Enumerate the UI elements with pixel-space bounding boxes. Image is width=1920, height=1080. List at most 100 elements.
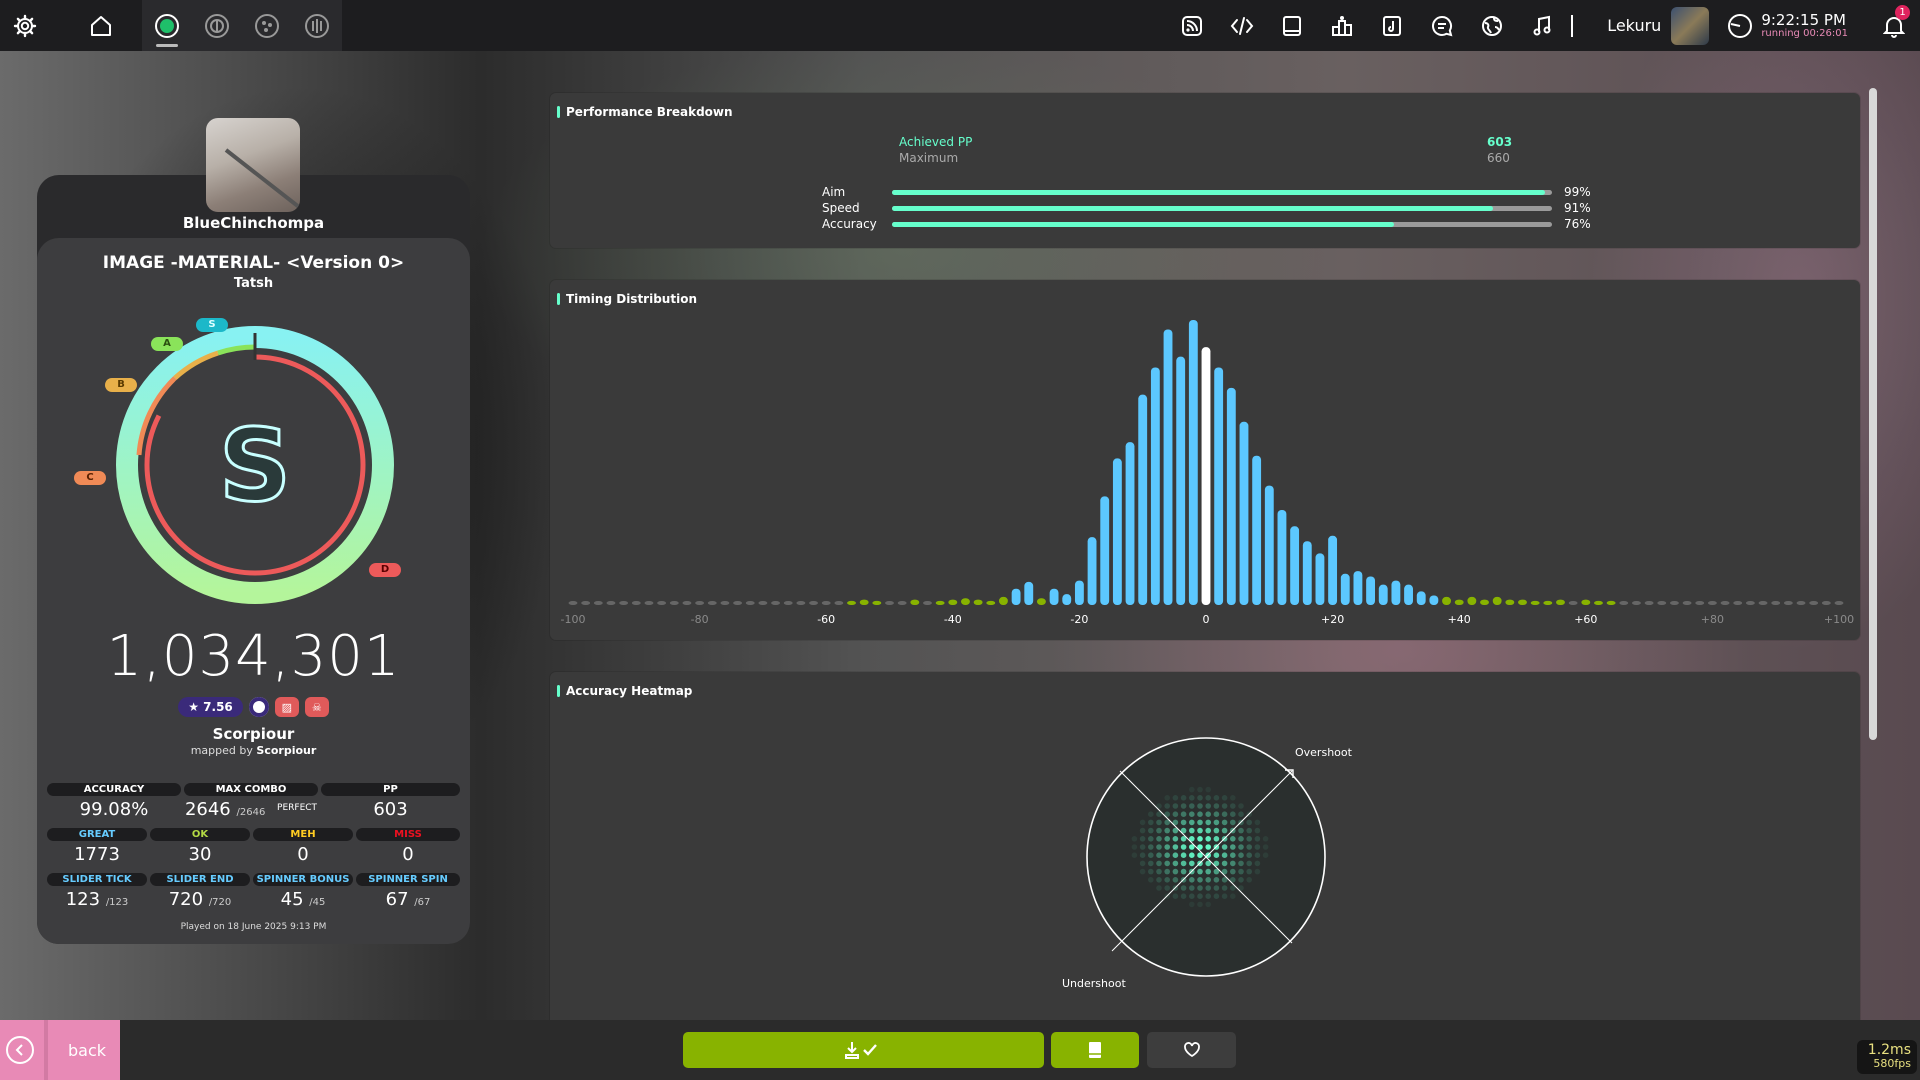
player-name[interactable]: BlueChinchompa <box>37 214 470 232</box>
user-button[interactable]: Lekuru <box>1607 6 1710 45</box>
timing-bar <box>1669 601 1679 605</box>
favourite-button[interactable] <box>1147 1032 1236 1068</box>
heatmap-dot <box>1221 803 1228 809</box>
timing-bar <box>1214 367 1224 605</box>
heatmap-dot <box>1164 885 1170 891</box>
social-button[interactable] <box>1467 0 1517 51</box>
heatmap-dot <box>1172 868 1179 875</box>
heatmap-dot <box>1213 836 1220 842</box>
timing-bar <box>1619 601 1629 605</box>
timing-bar <box>1087 537 1097 605</box>
sudden-death-mod-icon[interactable]: ☠ <box>304 697 329 717</box>
speed-label: Speed <box>822 201 860 215</box>
timing-bar <box>1543 600 1553 605</box>
classic-mod-icon[interactable] <box>248 697 269 717</box>
spinner-bonus-value: 45 <box>280 889 304 910</box>
heatmap-dot <box>1205 877 1211 883</box>
timing-bar <box>973 599 983 605</box>
catch-ruleset-icon <box>255 13 279 38</box>
heatmap-dot <box>1172 893 1179 899</box>
heatmap-dot <box>1221 885 1228 891</box>
aim-label: Aim <box>822 185 846 199</box>
heatmap-dot <box>1230 803 1236 809</box>
timing-bar <box>999 596 1008 605</box>
wiki-button[interactable] <box>1267 0 1317 51</box>
heatmap-dot <box>1164 844 1170 850</box>
timing-bar <box>593 601 603 605</box>
performance-title: Performance Breakdown <box>557 105 733 119</box>
timing-bar <box>1429 595 1439 605</box>
timing-bar <box>948 599 958 605</box>
download-replay-button[interactable] <box>683 1032 1044 1068</box>
heatmap-dot <box>1254 860 1261 867</box>
slider-tick-max: /123 <box>105 897 129 908</box>
mapped-by-name[interactable]: Scorpiour <box>256 744 316 757</box>
max-combo: 2646 <box>184 799 231 820</box>
code-button[interactable] <box>1217 0 1267 51</box>
heatmap-dot <box>1148 836 1154 842</box>
timing-bar <box>657 601 667 605</box>
heatmap-dot <box>1213 877 1220 883</box>
home-button[interactable] <box>76 0 126 51</box>
clock[interactable]: 9:22:15 PM running 00:26:01 <box>1727 12 1848 39</box>
heatmap-dot <box>1156 860 1162 867</box>
hardrock-mod-icon[interactable]: ▨ <box>274 697 299 717</box>
spinner-spin-value: 67 <box>385 889 409 910</box>
heatmap-dot <box>1213 811 1220 817</box>
heatmap-title: Accuracy Heatmap <box>556 684 693 698</box>
beatmap-listing-button[interactable] <box>1367 0 1417 51</box>
heatmap-dot <box>1221 860 1228 867</box>
speed-value: 91% <box>1564 201 1591 215</box>
heatmap-dot <box>1205 803 1211 809</box>
rankings-button[interactable] <box>1317 0 1367 51</box>
heatmap-dot <box>1156 885 1162 891</box>
spinner-spin-max: /67 <box>414 897 431 908</box>
heatmap-dot <box>1139 819 1146 826</box>
timing-bar <box>1568 601 1578 605</box>
player-avatar[interactable] <box>206 118 300 212</box>
heatmap-dot <box>1172 852 1179 858</box>
stat-ok-label: OK <box>150 828 250 841</box>
ruleset-catch-button[interactable] <box>242 0 292 51</box>
ruleset-taiko-button[interactable] <box>192 0 242 51</box>
timing-bar <box>1809 601 1819 605</box>
back-button[interactable]: back <box>0 1020 120 1080</box>
timing-tick-label: +20 <box>1321 613 1344 626</box>
timing-distribution-chart: -100 -80 -60 -40 -20 0 +20 +40 +60 +80 +100 <box>561 320 1854 626</box>
news-button[interactable] <box>1167 0 1217 51</box>
stat-spinner-bonus-value: 45 /45 <box>253 889 353 910</box>
timing-bar <box>771 601 780 605</box>
notifications-button[interactable]: 1 <box>1874 0 1914 51</box>
stat-slider-end: SLIDER END 720 /720 <box>150 873 250 910</box>
heatmap-dot <box>1172 803 1179 809</box>
mapper-name: Scorpiour <box>212 725 295 743</box>
view-beatmap-button[interactable] <box>1051 1032 1139 1068</box>
maximum-pp-label: Maximum <box>899 151 959 165</box>
mapped-by-prefix: mapped by <box>190 744 253 757</box>
heatmap-dot <box>1246 819 1252 826</box>
music-button[interactable] <box>1517 0 1567 51</box>
results-scrollbar[interactable] <box>1869 88 1877 740</box>
accuracy-label: Accuracy <box>822 217 877 231</box>
timing-bar <box>1239 421 1249 605</box>
heatmap-dot <box>1148 811 1154 817</box>
home-icon <box>91 15 111 36</box>
ruleset-mania-button[interactable] <box>292 0 342 51</box>
timing-bar <box>682 601 692 605</box>
stats-row-1: ACCURACY 99.08% MAX COMBO 2646 /2646 PER… <box>47 783 460 820</box>
heatmap-dot <box>1197 836 1203 842</box>
timing-bar <box>1480 599 1489 605</box>
download-check-icon <box>844 1042 877 1059</box>
ruleset-osu-button[interactable] <box>142 0 192 51</box>
timing-bar <box>885 601 894 605</box>
chat-button[interactable] <box>1417 0 1467 51</box>
heatmap-dot <box>1221 795 1228 801</box>
heatmap-dot <box>1205 795 1211 801</box>
settings-button[interactable] <box>0 0 50 51</box>
timing-bar <box>1644 601 1654 605</box>
heatmap-dot <box>1164 852 1170 858</box>
heatmap-dot <box>1254 836 1261 842</box>
heatmap-dot <box>1213 885 1220 891</box>
speed-bar: Speed 91% <box>822 201 1622 217</box>
timing-bar <box>1682 601 1692 605</box>
